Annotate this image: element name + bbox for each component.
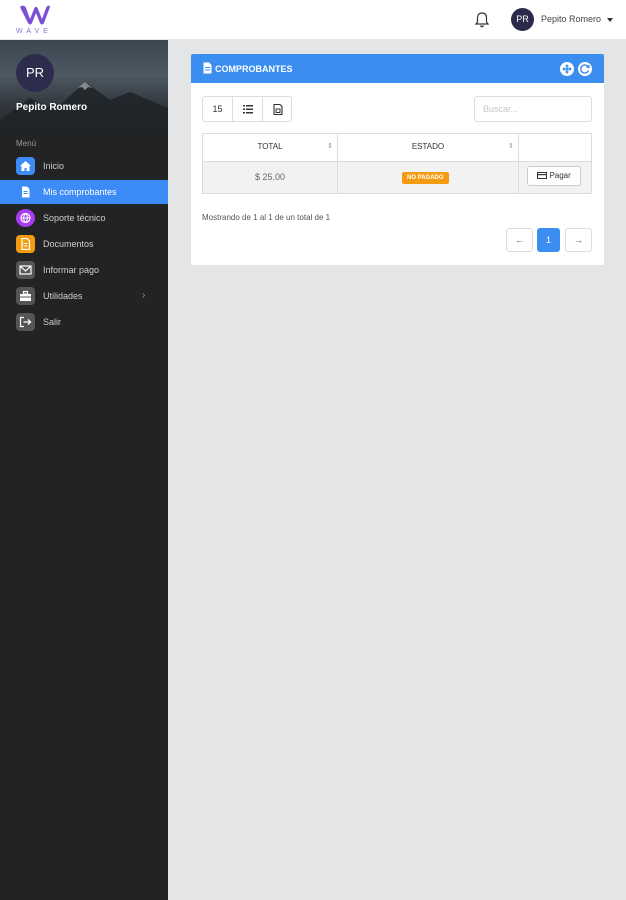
- column-header-estado[interactable]: ESTADO ⇕: [338, 134, 518, 160]
- sidebar-item-label: Soporte técnico: [43, 213, 106, 223]
- logo-text: WAVE: [16, 28, 52, 35]
- column-divider: [337, 162, 338, 194]
- pay-button-label: Pagar: [549, 171, 571, 180]
- sidebar-item-utilidades[interactable]: Utilidades ›: [0, 284, 168, 308]
- logout-icon: [16, 313, 35, 331]
- sidebar: PR Pepito Romero Menú Inicio Mis comprob…: [0, 40, 168, 900]
- sidebar-item-label: Informar pago: [43, 265, 100, 275]
- sidebar-item-inicio[interactable]: Inicio: [0, 154, 168, 178]
- refresh-icon[interactable]: [578, 62, 592, 76]
- comprobantes-table: TOTAL ⇕ ESTADO ⇕ $ 25.00 NO PAGADO Pagar: [202, 133, 592, 194]
- sidebar-item-salir[interactable]: Salir: [0, 310, 168, 334]
- sidebar-item-mis-comprobantes[interactable]: Mis comprobantes: [0, 180, 168, 204]
- document-icon: [16, 183, 35, 201]
- card-title: COMPROBANTES: [215, 64, 293, 74]
- next-page-button[interactable]: →: [565, 228, 592, 252]
- bell-icon[interactable]: [474, 11, 490, 29]
- column-header-total[interactable]: TOTAL ⇕: [203, 134, 337, 160]
- column-divider: [518, 134, 519, 161]
- sort-icon[interactable]: ⇕: [327, 134, 333, 160]
- pay-button[interactable]: Pagar: [527, 166, 581, 186]
- sort-icon[interactable]: ⇕: [508, 134, 514, 160]
- chevron-right-icon: ›: [142, 290, 146, 301]
- sidebar-item-label: Salir: [43, 317, 62, 327]
- sidebar-item-documentos[interactable]: Documentos: [0, 232, 168, 256]
- column-divider: [337, 134, 338, 161]
- credit-card-icon: [537, 172, 548, 179]
- sidebar-item-label: Utilidades: [43, 291, 83, 301]
- mail-icon: [16, 261, 35, 279]
- column-header-label: ESTADO: [411, 142, 445, 151]
- sidebar-item-informar-pago[interactable]: Informar pago: [0, 258, 168, 282]
- table-toolbar: 15: [202, 96, 292, 122]
- columns-list-icon[interactable]: [233, 97, 262, 121]
- document-icon: [203, 62, 212, 74]
- cell-total: $ 25.00: [254, 172, 286, 182]
- card-header: COMPROBANTES: [191, 54, 604, 83]
- wave-logo[interactable]: WAVE: [14, 4, 58, 36]
- profile-name: Pepito Romero: [16, 102, 88, 113]
- file-icon: [16, 235, 35, 253]
- profile-avatar: PR: [16, 54, 54, 92]
- prev-page-button[interactable]: ←: [506, 228, 533, 252]
- top-navbar: WAVE PR Pepito Romero: [0, 0, 626, 40]
- comprobantes-card: COMPROBANTES 15 TOTAL ⇕ ESTADO ⇕: [191, 54, 604, 265]
- search-input[interactable]: [474, 96, 592, 122]
- table-row: $ 25.00 NO PAGADO Pagar: [203, 161, 591, 194]
- sidebar-item-label: Documentos: [43, 239, 94, 249]
- home-icon: [16, 157, 35, 175]
- sidebar-item-label: Inicio: [43, 161, 65, 171]
- user-menu-name[interactable]: Pepito Romero: [541, 14, 601, 24]
- page-1-button[interactable]: 1: [537, 228, 560, 252]
- column-header-actions: [519, 134, 591, 160]
- column-header-label: TOTAL: [257, 142, 283, 151]
- caret-down-icon[interactable]: [607, 18, 613, 22]
- status-badge: NO PAGADO: [402, 172, 449, 184]
- menu-label: Menú: [16, 139, 37, 148]
- wave-logo-icon: [20, 5, 50, 25]
- user-avatar[interactable]: PR: [511, 8, 534, 31]
- globe-icon: [16, 209, 35, 227]
- export-icon[interactable]: [263, 97, 292, 121]
- expand-icon[interactable]: [560, 62, 574, 76]
- pagination-info: Mostrando de 1 al 1 de un total de 1: [202, 213, 331, 222]
- page-size-select[interactable]: 15: [203, 97, 232, 121]
- sidebar-item-label: Mis comprobantes: [43, 187, 117, 197]
- toolbox-icon: [16, 287, 35, 305]
- sidebar-item-soporte[interactable]: Soporte técnico: [0, 206, 168, 230]
- column-divider: [518, 162, 519, 194]
- sidebar-profile: PR Pepito Romero: [0, 40, 168, 130]
